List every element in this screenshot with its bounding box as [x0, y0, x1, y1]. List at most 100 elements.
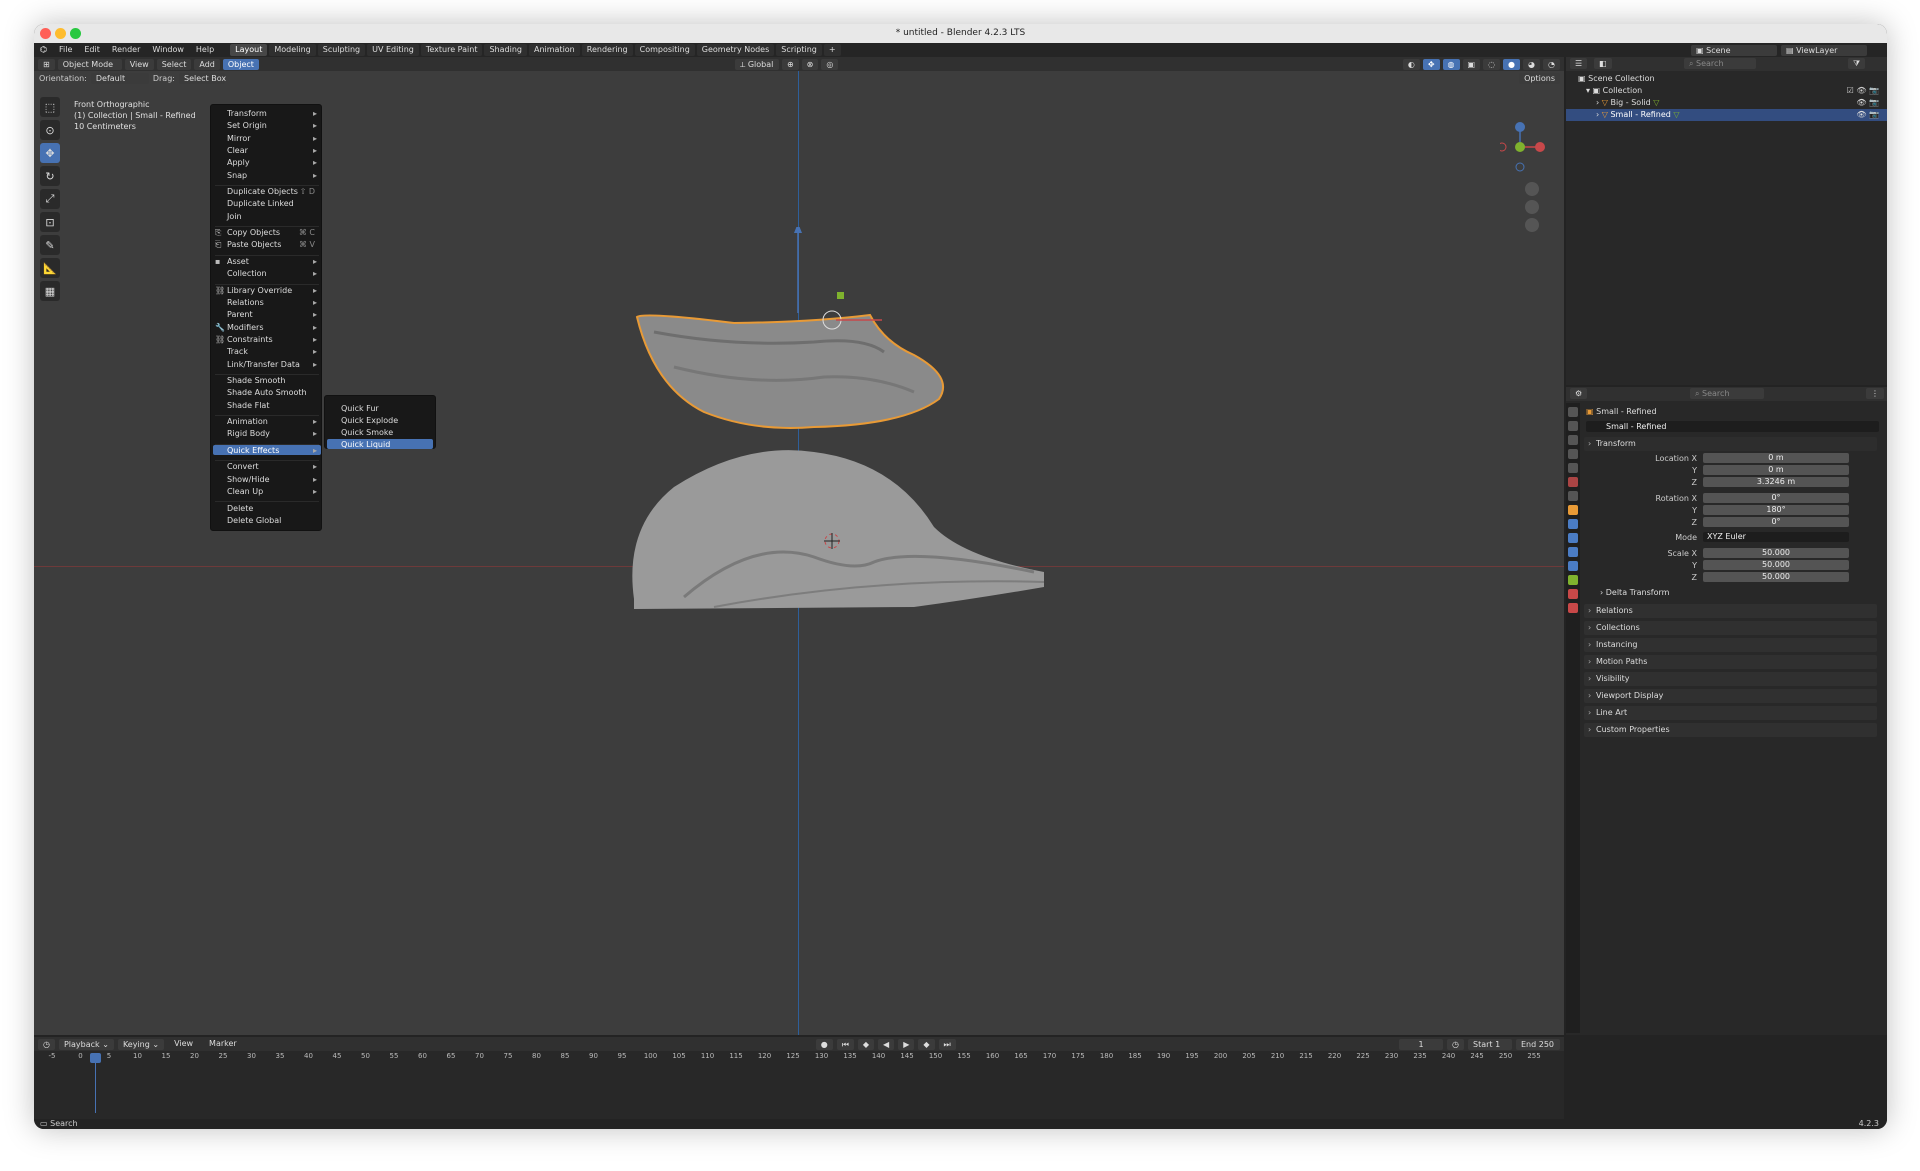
properties-options-icon[interactable]: ⋮ [1866, 388, 1884, 399]
modifiers-tab-icon[interactable] [1568, 519, 1578, 529]
overlay-icon[interactable]: ◍ [1442, 58, 1460, 70]
rotate-tool-icon[interactable]: ↻ [40, 166, 60, 186]
tab-compositing[interactable]: Compositing [634, 44, 695, 56]
object-menu-item-clean-up[interactable]: Clean Up ▸ [227, 487, 317, 496]
xray-icon[interactable]: ▣ [1462, 58, 1481, 70]
object-menu-item-paste-objects[interactable]: ⎗ Paste Objects ⌘ V [215, 240, 317, 249]
visibility-toggle-icon[interactable]: 👁 📷 [1856, 97, 1879, 109]
select-menu[interactable]: Select [156, 58, 192, 70]
object-menu-item-apply[interactable]: Apply ▸ [227, 158, 317, 167]
world-tab-icon[interactable] [1568, 477, 1578, 487]
object-menu-item-convert[interactable]: Convert ▸ [227, 462, 317, 471]
filter-icon[interactable]: ⧩ [1848, 58, 1866, 69]
outliner-collection[interactable]: ▾ ▣ Collection ☑ 👁 📷 [1566, 85, 1887, 97]
add-menu[interactable]: Add [194, 58, 220, 70]
tab-shading[interactable]: Shading [484, 44, 527, 56]
blender-logo-icon[interactable]: ⌬ [34, 43, 53, 57]
mode-selector[interactable]: Object Mode [57, 58, 122, 70]
start-frame-field[interactable]: Start 1 [1468, 1038, 1512, 1050]
location-y-field[interactable]: 0 m [1703, 465, 1849, 475]
tab-uv-editing[interactable]: UV Editing [367, 44, 419, 56]
relations-panel[interactable]: Relations [1584, 604, 1877, 618]
outliner-item-big-solid[interactable]: › ▽ Big - Solid ▽ 👁 📷 [1566, 97, 1887, 109]
material-tab-icon[interactable] [1568, 589, 1578, 599]
navigation-gizmo[interactable] [1500, 117, 1550, 237]
object-menu-item-set-origin[interactable]: Set Origin ▸ [227, 121, 317, 130]
snap-icon[interactable]: ⊗ [801, 58, 819, 70]
scale-y-field[interactable]: 50.000 [1703, 560, 1849, 570]
object-menu-item-constraints[interactable]: ⛓ Constraints ▸ [215, 335, 317, 344]
object-menu-item-relations[interactable]: Relations ▸ [227, 298, 317, 307]
tool-tab-icon[interactable] [1568, 407, 1578, 417]
collections-panel[interactable]: Collections [1584, 621, 1877, 635]
submenu-item-quick-fur[interactable]: Quick Fur [341, 404, 379, 413]
object-menu-item-duplicate-linked[interactable]: Duplicate Linked [227, 199, 317, 208]
tab-scripting[interactable]: Scripting [776, 44, 822, 56]
select-tool-icon[interactable]: ⬚ [40, 97, 60, 117]
shading-rendered-icon[interactable]: ◔ [1543, 58, 1560, 70]
scale-tool-icon[interactable]: ⤢ [40, 189, 60, 209]
editor-type-icon[interactable]: ⊞ [38, 58, 55, 70]
custom-properties-panel[interactable]: Custom Properties [1584, 723, 1877, 737]
rotation-mode-select[interactable]: XYZ Euler [1703, 532, 1849, 542]
object-menu-item-snap[interactable]: Snap ▸ [227, 171, 317, 180]
shading-wireframe-icon[interactable]: ◌ [1483, 58, 1501, 70]
object-menu-item-shade-auto-smooth[interactable]: Shade Auto Smooth [227, 388, 317, 397]
minimize-window-button[interactable] [55, 28, 66, 39]
menu-window[interactable]: Window [146, 43, 190, 57]
object-menu-item-show-hide[interactable]: Show/Hide ▸ [227, 475, 317, 484]
zoom-window-button[interactable] [70, 28, 81, 39]
rotation-y-field[interactable]: 180° [1703, 505, 1849, 515]
scale-x-field[interactable]: 50.000 [1703, 548, 1849, 558]
object-menu-item-mirror[interactable]: Mirror ▸ [227, 134, 317, 143]
playback-menu[interactable]: Playback ⌄ [58, 1038, 114, 1050]
prev-keyframe-icon[interactable]: ◆ [857, 1038, 875, 1050]
object-menu-item-duplicate-objects[interactable]: Duplicate Objects ⇧ D [227, 187, 317, 196]
viewport-display-panel[interactable]: Viewport Display [1584, 689, 1877, 703]
play-reverse-icon[interactable]: ◀ [878, 1038, 895, 1050]
visibility-panel[interactable]: Visibility [1584, 672, 1877, 686]
shading-solid-icon[interactable]: ● [1503, 58, 1521, 70]
add-workspace-button[interactable]: + [823, 44, 841, 56]
object-menu-item-clear[interactable]: Clear ▸ [227, 146, 317, 155]
gizmo-icon[interactable]: ✥ [1422, 58, 1440, 70]
tab-modeling[interactable]: Modeling [269, 44, 316, 56]
collection-visibility-icon[interactable]: ☑ 👁 📷 [1847, 85, 1879, 97]
properties-editor-icon[interactable]: ⚙ [1570, 388, 1588, 399]
jump-start-icon[interactable]: ⏮ [836, 1038, 854, 1050]
motion-paths-panel[interactable]: Motion Paths [1584, 655, 1877, 669]
shading-material-icon[interactable]: ◕ [1523, 58, 1541, 70]
render-tab-icon[interactable] [1568, 421, 1578, 431]
menu-render[interactable]: Render [106, 43, 146, 57]
transform-panel-header[interactable]: Transform [1584, 437, 1877, 451]
delta-transform-subpanel[interactable]: › Delta Transform [1600, 588, 1669, 597]
tab-sculpting[interactable]: Sculpting [317, 44, 366, 56]
close-window-button[interactable] [40, 28, 51, 39]
object-menu-item-shade-smooth[interactable]: Shade Smooth [227, 376, 317, 385]
pivot-icon[interactable]: ⊕ [781, 58, 799, 70]
add-cube-tool-icon[interactable]: ▦ [40, 281, 60, 301]
outliner-search-input[interactable]: ⌕ Search [1684, 58, 1756, 69]
object-menu-item-shade-flat[interactable]: Shade Flat [227, 401, 317, 410]
3d-viewport[interactable]: ⊞ Object Mode View Select Add Object ⟂ G… [34, 57, 1564, 1035]
timeline-marker-menu[interactable]: Marker [203, 1037, 243, 1051]
options-button[interactable]: Options [1519, 72, 1560, 84]
next-keyframe-icon[interactable]: ◆ [918, 1038, 935, 1050]
timeline-editor-icon[interactable]: ◷ [38, 1038, 55, 1050]
orientation-selector[interactable]: Default [90, 72, 149, 84]
outliner-editor-icon[interactable]: ☰ [1570, 58, 1588, 69]
object-menu-item-rigid-body[interactable]: Rigid Body ▸ [227, 429, 317, 438]
timeline-ruler[interactable]: -5 0 5 10 15 20 25 30 35 40 45 50 55 60 65 70 75 80 85 90 95… [34, 1051, 1564, 1063]
constraints-tab-icon[interactable] [1568, 561, 1578, 571]
instancing-panel[interactable]: Instancing [1584, 638, 1877, 652]
object-menu-item-modifiers[interactable]: 🔧 Modifiers ▸ [215, 323, 317, 332]
object-menu-item-delete-global[interactable]: Delete Global [227, 516, 317, 525]
scene-tab-icon[interactable] [1568, 463, 1578, 473]
viewlayer-selector[interactable]: ▤ ViewLayer [1781, 44, 1867, 56]
tab-rendering[interactable]: Rendering [581, 44, 633, 56]
object-menu-item-animation[interactable]: Animation ▸ [227, 417, 317, 426]
texture-tab-icon[interactable] [1568, 603, 1578, 613]
menu-file[interactable]: File [53, 43, 78, 57]
location-x-field[interactable]: 0 m [1703, 453, 1849, 463]
outliner-scene-collection[interactable]: ▣ Scene Collection [1566, 73, 1887, 85]
